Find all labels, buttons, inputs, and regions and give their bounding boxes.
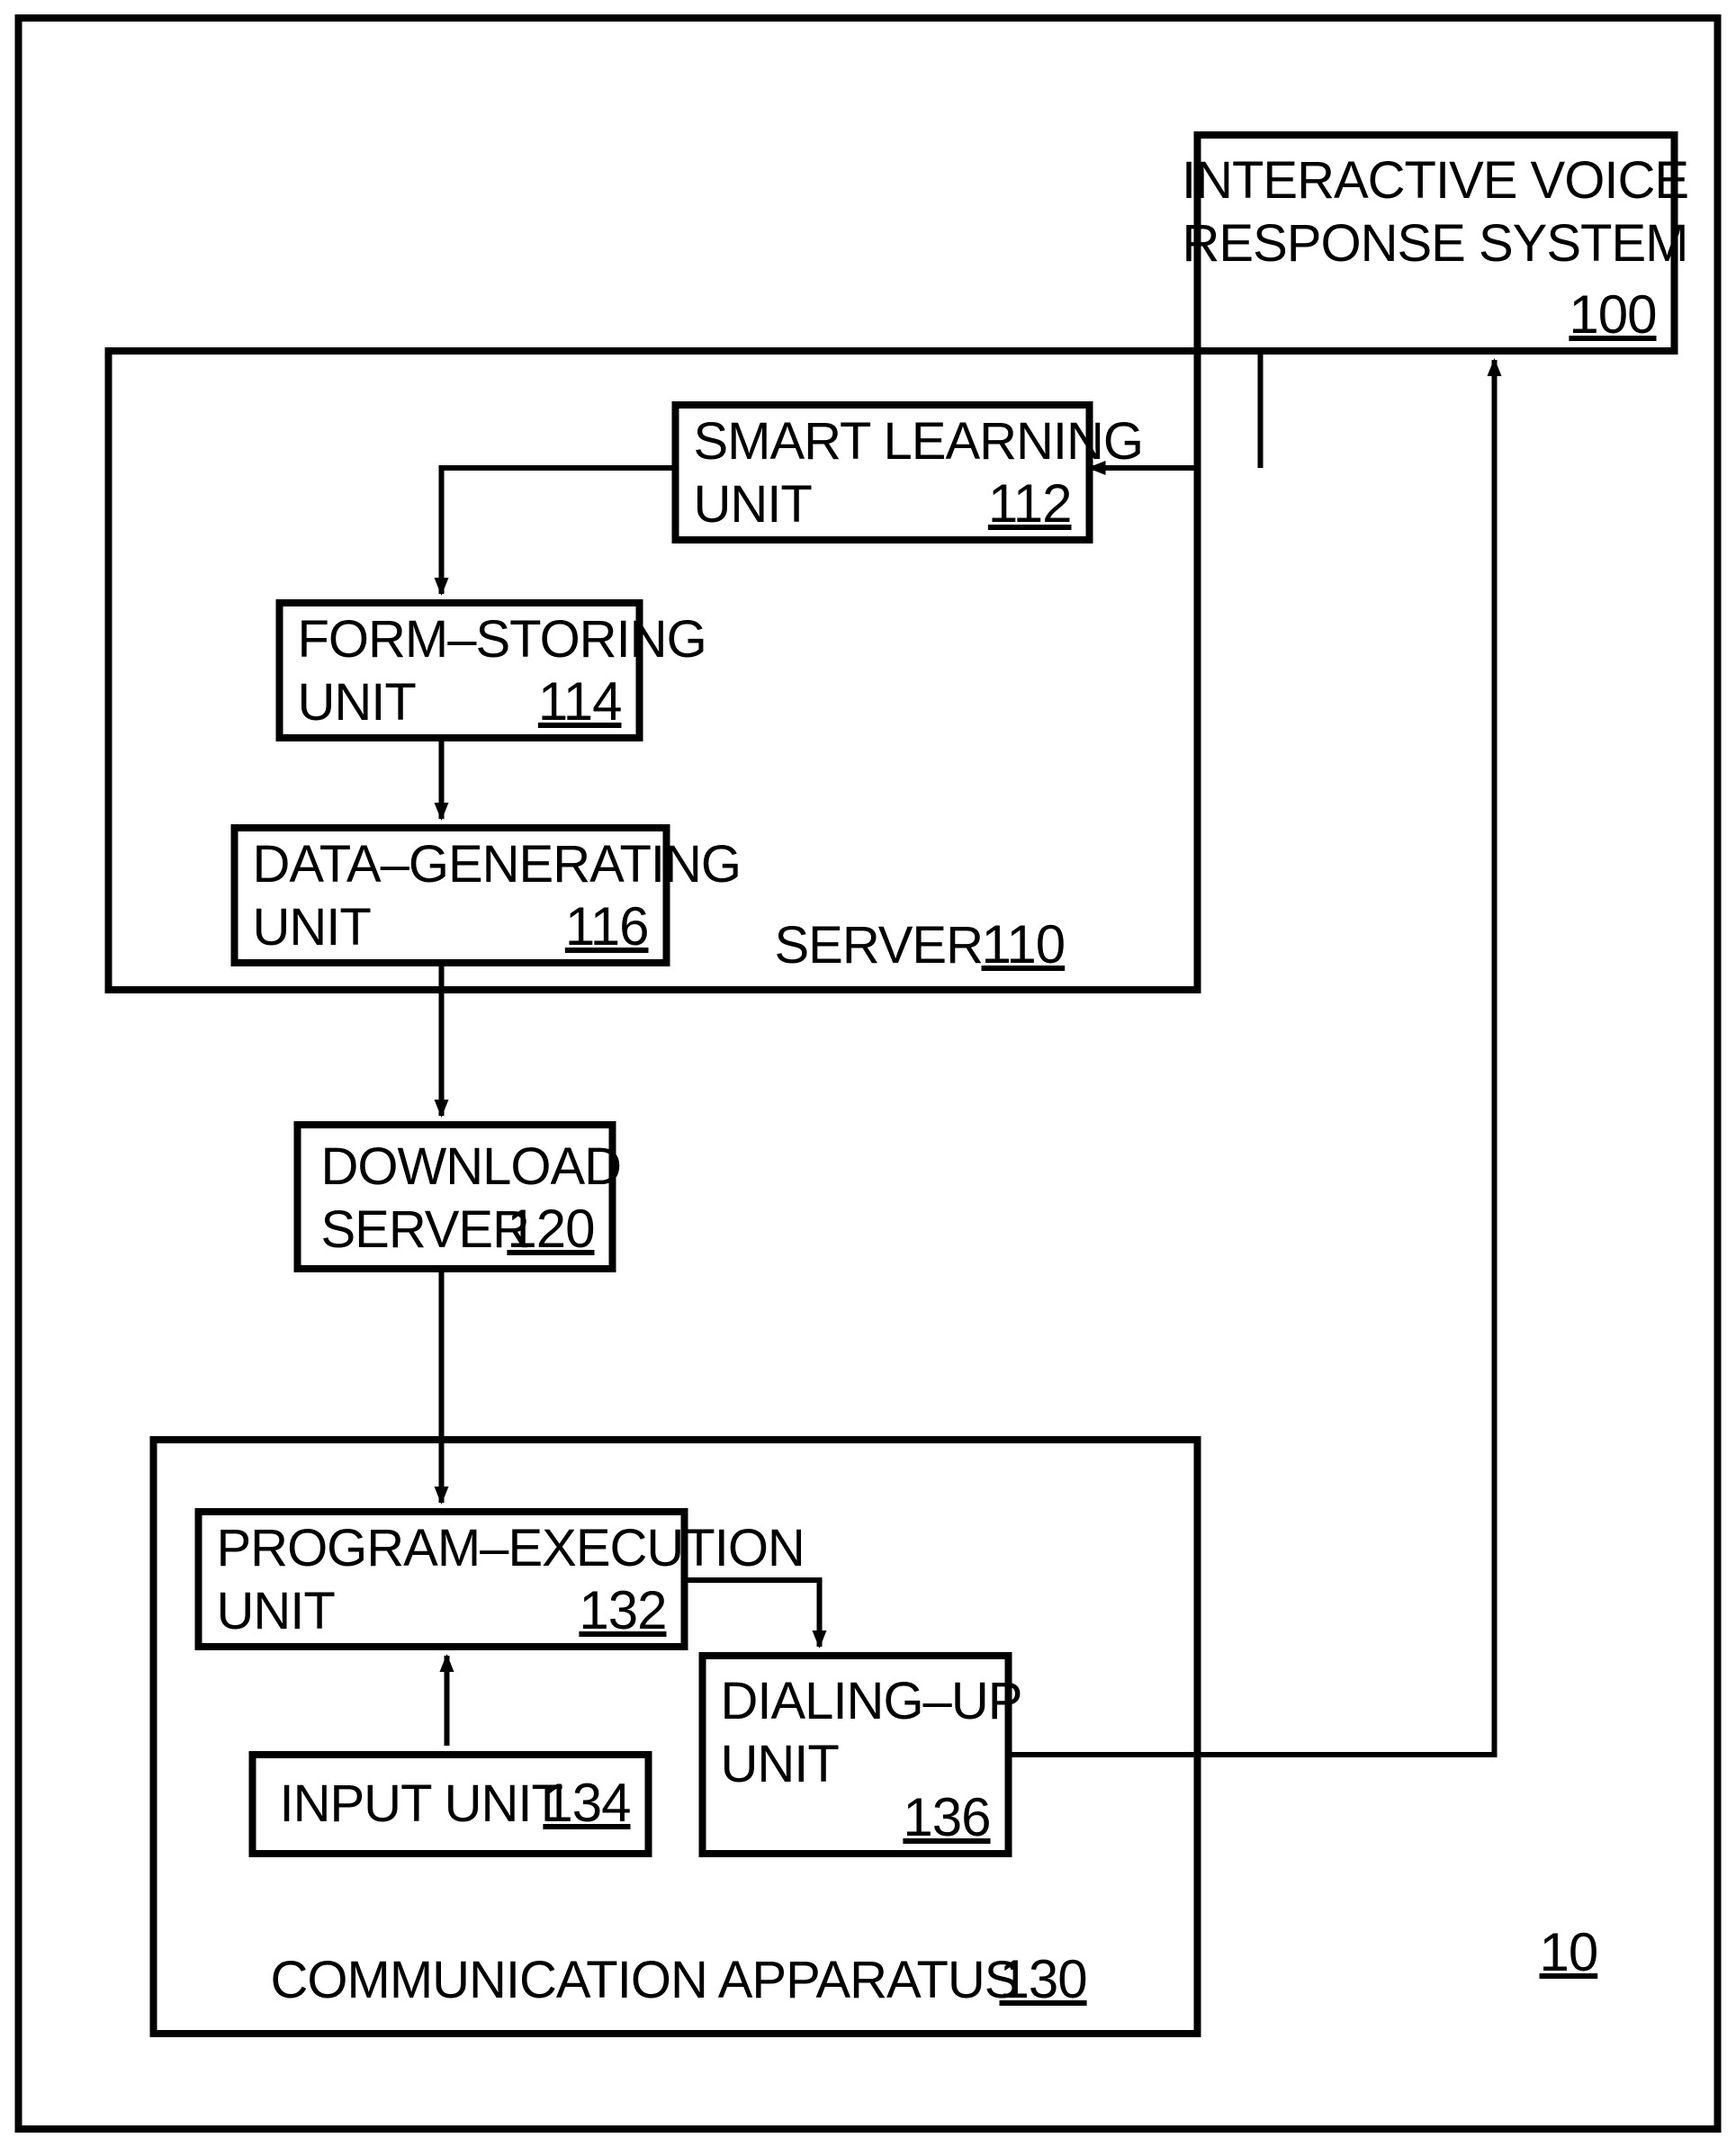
form-storing-unit-box: FORM–STORING UNIT 114 [280, 603, 706, 738]
server-ref: 110 [982, 914, 1066, 975]
ivr-line1: INTERACTIVE VOICE [1182, 151, 1688, 210]
slu-line1: SMART LEARNING [694, 412, 1144, 471]
ivr-box: INTERACTIVE VOICE RESPONSE SYSTEM 100 [1182, 135, 1688, 351]
dgu-ref: 116 [565, 896, 649, 957]
dial-line2: UNIT [721, 1735, 840, 1793]
ca-ref: 130 [1000, 1949, 1087, 2009]
peu-line2: UNIT [217, 1582, 336, 1640]
fsu-line1: FORM–STORING [298, 610, 706, 669]
ivr-line2: RESPONSE SYSTEM [1183, 214, 1688, 273]
dgu-line1: DATA–GENERATING [253, 835, 742, 894]
dialing-up-unit-box: DIALING–UP UNIT 136 [703, 1656, 1022, 1854]
peu-line1: PROGRAM–EXECUTION [217, 1519, 805, 1577]
download-server-box: DOWNLOAD SERVER 120 [298, 1125, 622, 1269]
input-label: INPUT UNIT [280, 1774, 563, 1833]
slu-ref: 112 [988, 473, 1072, 534]
dls-line2: SERVER [321, 1200, 529, 1259]
block-diagram: 10 INTERACTIVE VOICE RESPONSE SYSTEM 100… [0, 0, 1736, 2147]
peu-ref: 132 [579, 1580, 666, 1640]
dls-line1: DOWNLOAD [321, 1137, 622, 1196]
arrow-slu-to-fsu [442, 468, 676, 594]
server-label: SERVER [775, 916, 983, 975]
fsu-line2: UNIT [298, 673, 417, 732]
ca-label: COMMUNICATION APPARATUS [271, 1951, 1019, 2009]
data-generating-unit-box: DATA–GENERATING UNIT 116 [235, 828, 742, 963]
arrow-peu-to-dial [685, 1580, 820, 1647]
dial-ref: 136 [903, 1787, 990, 1847]
server-container: SERVER 110 SMART LEARNING UNIT 112 FORM–… [109, 351, 1198, 990]
dls-ref: 120 [507, 1199, 594, 1259]
system-ref: 10 [1540, 1922, 1598, 1982]
comm-apparatus-container: COMMUNICATION APPARATUS 130 PROGRAM–EXEC… [154, 1440, 1198, 2034]
dgu-line2: UNIT [253, 898, 372, 957]
smart-learning-unit-box: SMART LEARNING UNIT 112 [676, 405, 1144, 540]
ivr-ref: 100 [1569, 284, 1656, 345]
input-unit-box: INPUT UNIT 134 [253, 1755, 649, 1854]
input-ref: 134 [543, 1773, 630, 1833]
dial-line1: DIALING–UP [721, 1672, 1022, 1730]
fsu-ref: 114 [538, 671, 622, 732]
arrow-dial-to-ivr [1009, 360, 1495, 1755]
slu-line2: UNIT [694, 475, 813, 534]
